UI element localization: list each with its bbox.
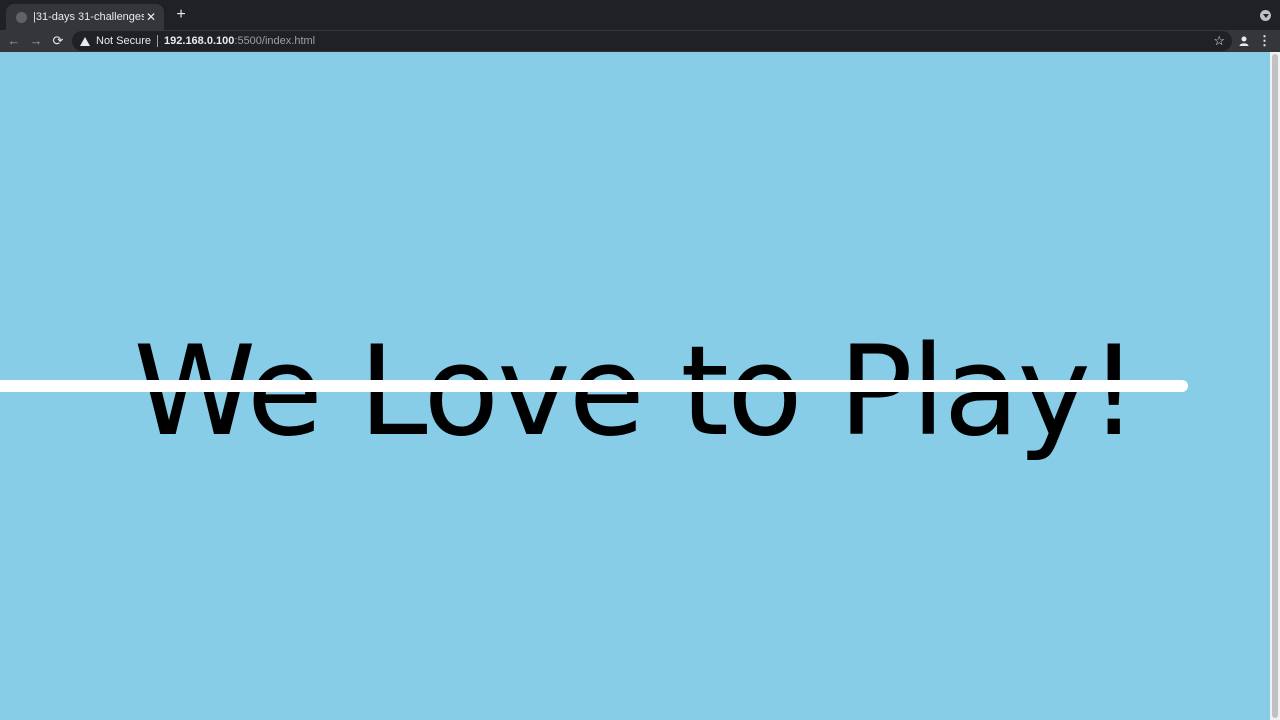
tab-search-icon[interactable] <box>1260 10 1271 21</box>
back-button[interactable]: ← <box>5 32 23 50</box>
url-host: 192.168.0.100 <box>164 35 235 47</box>
forward-button[interactable]: → <box>27 32 45 50</box>
scrollbar[interactable] <box>1270 52 1280 720</box>
address-bar[interactable]: Not Secure 192.168.0.100 :5500/index.htm… <box>72 31 1232 51</box>
warning-icon[interactable] <box>80 36 90 46</box>
security-label[interactable]: Not Secure <box>96 35 151 47</box>
profile-icon[interactable] <box>1236 33 1252 49</box>
headline: We Love to Play! <box>133 320 1138 464</box>
reload-button[interactable]: ⟳ <box>49 32 67 50</box>
strike-line <box>0 380 1188 392</box>
browser-toolbar: ← → ⟳ Not Secure 192.168.0.100 :5500/ind… <box>0 30 1280 52</box>
page-viewport: We Love to Play! <box>0 52 1280 720</box>
browser-tab[interactable]: |31-days 31-challenges ✕ <box>6 4 164 30</box>
new-tab-button[interactable]: + <box>172 6 190 24</box>
tab-title: |31-days 31-challenges <box>33 11 144 23</box>
tab-strip: |31-days 31-challenges ✕ + <box>0 0 1280 30</box>
divider <box>157 35 159 47</box>
url-path: :5500/index.html <box>234 35 316 47</box>
close-icon[interactable]: ✕ <box>144 10 158 24</box>
scroll-thumb[interactable] <box>1272 54 1278 718</box>
menu-icon[interactable]: ⋮ <box>1258 32 1271 50</box>
globe-icon <box>16 11 27 23</box>
bookmark-star-icon[interactable]: ☆ <box>1213 32 1225 50</box>
